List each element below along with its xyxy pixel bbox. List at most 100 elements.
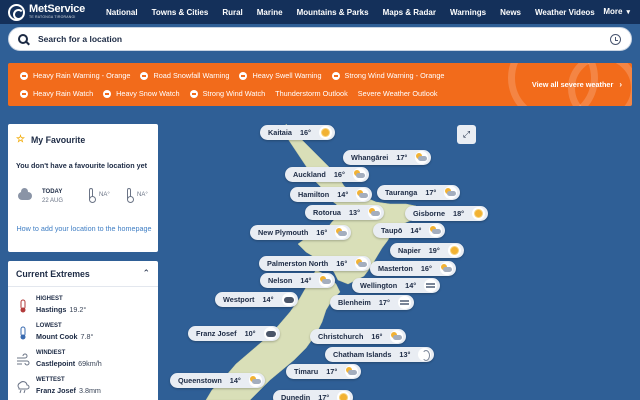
location-chip[interactable]: Napier 19°: [390, 243, 464, 258]
extreme-wettest: WETTEST Franz Josef 3.8mm: [16, 377, 156, 400]
location-chip[interactable]: Franz Josef 10°: [188, 326, 280, 341]
location-name: Nelson: [268, 276, 293, 285]
location-chip[interactable]: Hamilton 14°: [290, 187, 373, 202]
watch-icon: [20, 89, 28, 98]
how-to-add-location-link[interactable]: How to add your location to the homepage: [16, 224, 152, 234]
warning-road-snowfall[interactable]: Road Snowfall Warning: [140, 71, 229, 80]
location-name: Rotorua: [313, 208, 341, 217]
location-chip[interactable]: Masterton 16°: [370, 261, 456, 276]
nav-national[interactable]: National: [106, 8, 138, 17]
location-chip[interactable]: Queenstown 14°: [170, 373, 265, 388]
history-icon[interactable]: [610, 34, 621, 45]
partly-weather-icon: [415, 151, 429, 164]
nav-more-button[interactable]: More ▾: [603, 7, 630, 16]
warning-heavy-rain-orange[interactable]: Heavy Rain Warning - Orange: [20, 71, 130, 80]
view-all-severe-weather-link[interactable]: View all severe weather ›: [532, 80, 622, 89]
watch-heavy-snow[interactable]: Heavy Snow Watch: [103, 89, 180, 98]
location-chip[interactable]: Nelson 14°: [260, 273, 336, 288]
partly-weather-icon: [429, 224, 443, 237]
extreme-highest: HIGHEST Hastings 19.2°: [16, 296, 156, 320]
location-name: Westport: [223, 295, 255, 304]
location-chip[interactable]: Chatham Islands 13°: [325, 347, 435, 362]
location-temp: 17°: [326, 367, 338, 376]
location-temp: 16°: [316, 228, 328, 237]
nav-maps-radar[interactable]: Maps & Radar: [383, 8, 436, 17]
location-chip[interactable]: Taupō 14°: [373, 223, 446, 238]
nav-warnings[interactable]: Warnings: [450, 8, 486, 17]
search-input[interactable]: [38, 34, 578, 44]
location-temp: 14°: [337, 190, 349, 199]
nav-rural[interactable]: Rural: [222, 8, 242, 17]
watch-strong-wind[interactable]: Strong Wind Watch: [189, 89, 265, 98]
location-name: Napier: [398, 246, 421, 255]
location-temp: 13°: [348, 208, 361, 217]
location-name: Chatham Islands: [333, 350, 392, 359]
chevron-down-icon: ▾: [626, 8, 630, 16]
nav-weather-videos[interactable]: Weather Videos: [535, 8, 595, 17]
location-chip[interactable]: Westport 14°: [215, 292, 298, 307]
nav-marine[interactable]: Marine: [257, 8, 283, 17]
location-temp: 16°: [420, 264, 432, 273]
watch-row: Heavy Rain Watch Heavy Snow Watch Strong…: [20, 89, 448, 98]
location-chip[interactable]: Kaitaia 16°: [260, 125, 335, 140]
thermometer-low-icon: [126, 188, 134, 203]
location-temp: 16°: [371, 332, 383, 341]
outlook-thunderstorm[interactable]: Thunderstorm Outlook: [275, 89, 348, 98]
extreme-windiest: WINDIEST Castlepoint 69km/h: [16, 350, 156, 374]
warning-row: Heavy Rain Warning - Orange Road Snowfal…: [20, 71, 454, 80]
location-name: Whangārei: [351, 153, 389, 162]
chevron-up-icon[interactable]: ⌃: [142, 268, 150, 279]
location-name: New Plymouth: [258, 228, 309, 237]
location-chip[interactable]: Gisborne 18°: [405, 206, 489, 221]
nav-mountains-parks[interactable]: Mountains & Parks: [297, 8, 369, 17]
expand-map-button[interactable]: ⤢: [457, 125, 476, 144]
location-temp: 16°: [299, 128, 311, 137]
location-name: Blenheim: [338, 298, 371, 307]
today-date: 22 AUG: [42, 198, 64, 204]
nav-more-label: More: [603, 7, 623, 16]
location-temp: 17°: [425, 188, 437, 197]
location-temp: 14°: [410, 226, 422, 235]
location-chip[interactable]: Rotorua 13°: [305, 205, 385, 220]
location-chip[interactable]: Auckland 16°: [285, 167, 369, 182]
location-temp: 16°: [333, 170, 345, 179]
warning-heavy-swell[interactable]: Heavy Swell Warning: [239, 71, 322, 80]
location-temp: 14°: [262, 295, 274, 304]
location-temp: 16°: [336, 259, 348, 268]
location-name: Wellington: [360, 281, 398, 290]
moon-weather-icon: [418, 348, 432, 361]
nav-towns-cities[interactable]: Towns & Cities: [152, 8, 209, 17]
nz-weather-map[interactable]: Kaitaia 16° Whangārei 17° Auckland 16° Hamilto…: [166, 112, 640, 400]
partly-weather-icon: [345, 365, 359, 378]
location-chip[interactable]: New Plymouth 16°: [250, 225, 352, 240]
location-chip[interactable]: Timaru 17°: [286, 364, 362, 379]
location-chip[interactable]: Christchurch 16°: [310, 329, 407, 344]
location-chip[interactable]: Dunedin 17°: [273, 390, 354, 400]
watch-icon: [189, 89, 198, 98]
location-chip[interactable]: Blenheim 17°: [330, 295, 414, 310]
location-chip[interactable]: Wellington 14°: [352, 278, 441, 293]
warning-icon: [331, 71, 340, 80]
location-name: Queenstown: [178, 376, 222, 385]
watch-heavy-rain[interactable]: Heavy Rain Watch: [20, 89, 93, 98]
location-name: Christchurch: [318, 332, 364, 341]
location-temp: 14°: [405, 281, 417, 290]
nav-news[interactable]: News: [500, 8, 521, 17]
location-name: Gisborne: [413, 209, 446, 218]
dark-weather-icon: [281, 293, 295, 306]
min-temp-value: NA°: [137, 192, 148, 198]
warning-strong-wind-orange[interactable]: Strong Wind Warning - Orange: [331, 71, 444, 80]
location-name: Auckland: [293, 170, 326, 179]
location-temp: 10°: [244, 329, 256, 338]
extremes-header[interactable]: Current Extremes ⌃: [8, 261, 158, 287]
outlook-severe-weather[interactable]: Severe Weather Outlook: [358, 89, 438, 98]
location-temp: 17°: [396, 153, 408, 162]
location-chip[interactable]: Tauranga 17°: [377, 185, 461, 200]
metservice-logo[interactable]: MetService TE RATONGA TIRORANGI: [8, 3, 88, 21]
location-chip[interactable]: Whangārei 17°: [343, 150, 432, 165]
warning-icon: [20, 71, 28, 80]
location-chip[interactable]: Palmerston North 16°: [259, 256, 372, 271]
location-temp: 19°: [428, 246, 440, 255]
warning-icon: [140, 71, 149, 80]
partly-weather-icon: [355, 257, 369, 270]
